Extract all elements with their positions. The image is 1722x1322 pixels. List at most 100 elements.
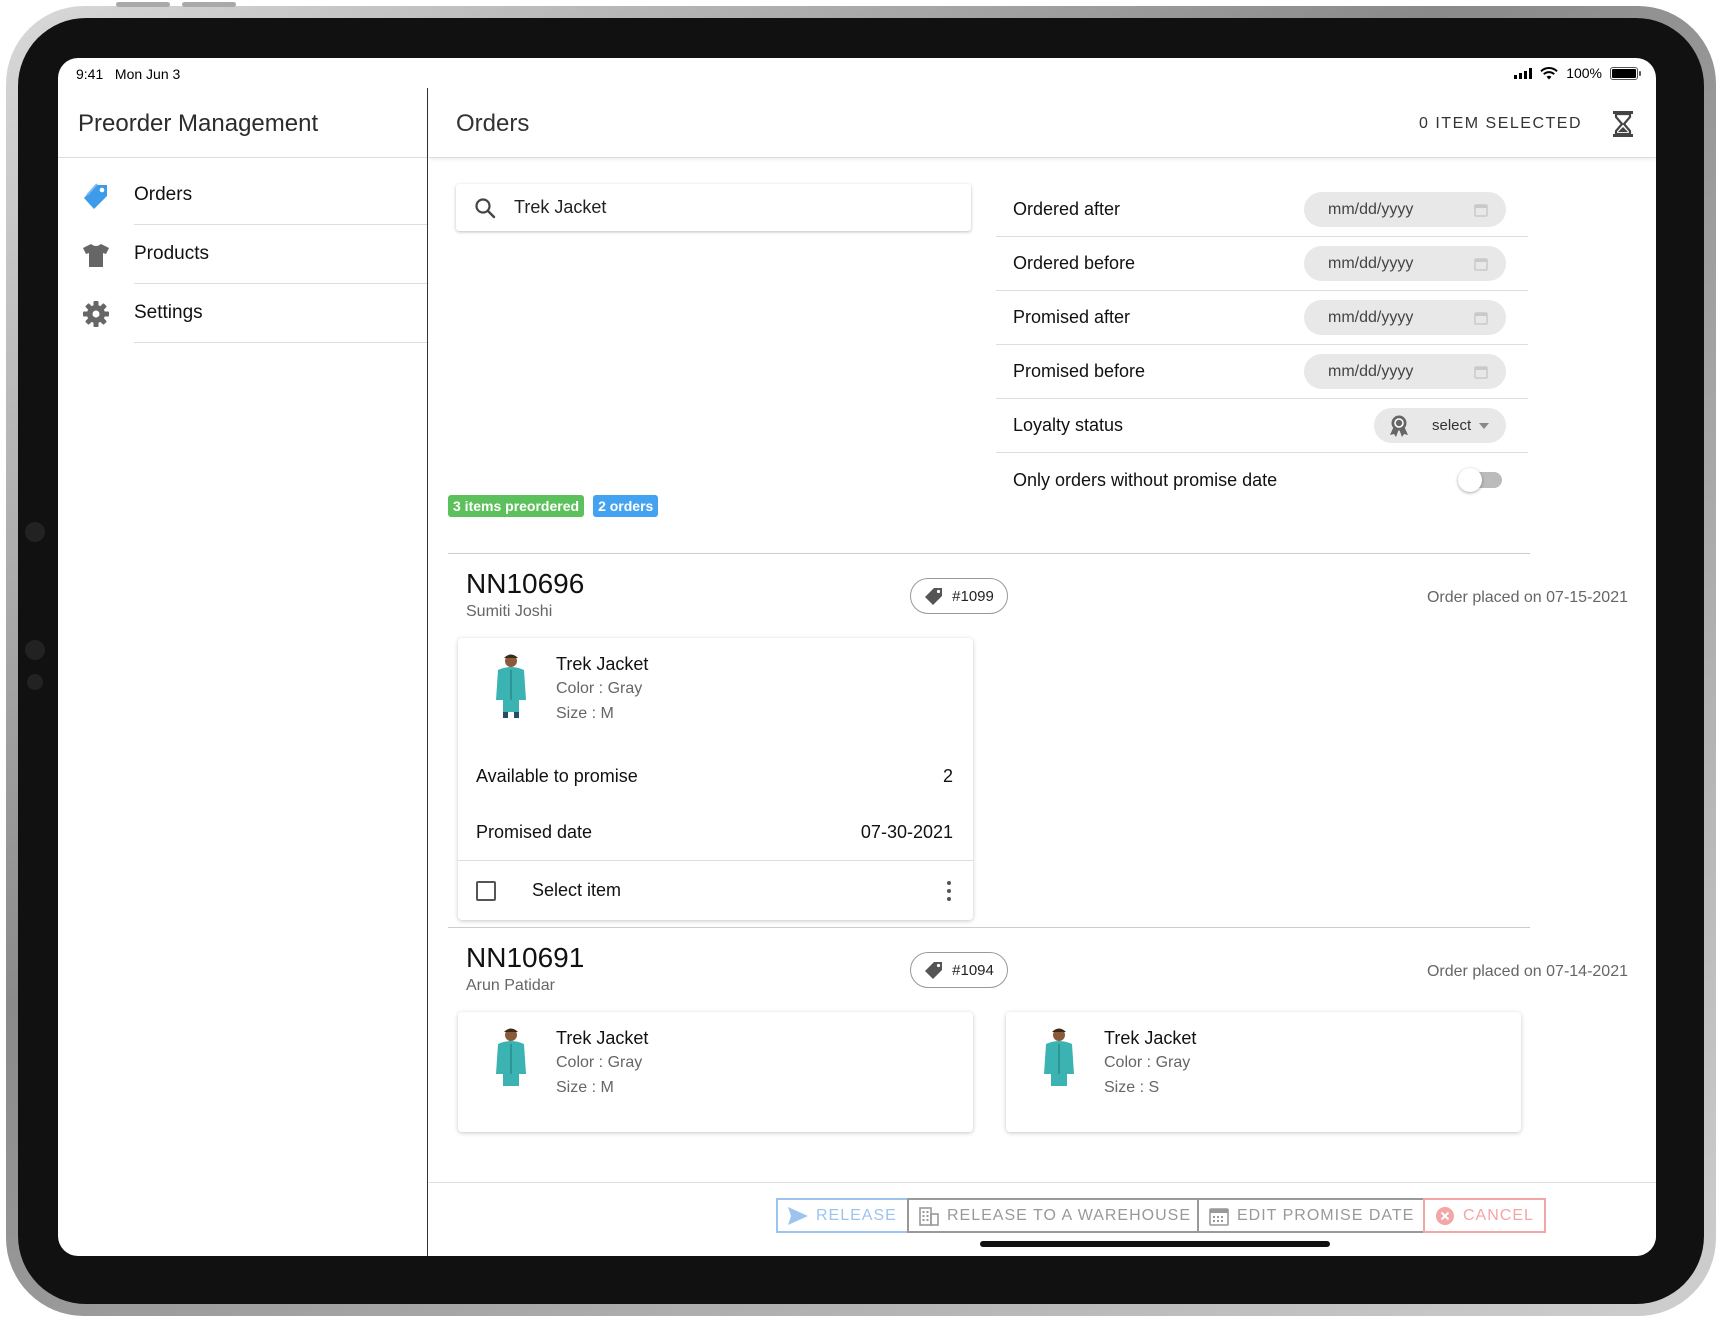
- status-date: Mon Jun 3: [114, 66, 181, 82]
- calendar-icon: [1209, 1207, 1229, 1226]
- camera-dot: [27, 674, 43, 690]
- device-frame: 9:41 Mon Jun 3 100% Preorder Management: [6, 2, 1716, 1316]
- ordered-before-date-input[interactable]: mm/dd/yyyy: [1304, 246, 1506, 281]
- shirt-icon: [58, 241, 134, 269]
- date-placeholder: mm/dd/yyyy: [1328, 308, 1414, 326]
- order-divider: [448, 553, 1530, 554]
- status-right: 100%: [1514, 65, 1641, 81]
- edit-promise-date-button[interactable]: EDIT PROMISE DATE: [1197, 1198, 1427, 1233]
- status-clock: 9:41: [76, 66, 104, 82]
- release-to-warehouse-label: RELEASE TO A WAREHOUSE: [947, 1206, 1191, 1224]
- volume-button: [116, 2, 170, 7]
- ordered-after-date-input[interactable]: mm/dd/yyyy: [1304, 192, 1506, 227]
- cancel-button[interactable]: CANCEL: [1423, 1198, 1546, 1233]
- items-preordered-badge: 3 items preordered: [448, 495, 585, 517]
- order-customer: Sumiti Joshi: [466, 603, 553, 620]
- product-color: Color : Gray: [1104, 1054, 1191, 1071]
- filter-loyalty-status: Loyalty status select: [996, 399, 1528, 453]
- select-item-row[interactable]: Select item: [458, 860, 973, 920]
- business-icon: [919, 1206, 939, 1226]
- product-size: Size : S: [1104, 1079, 1160, 1096]
- edit-promise-date-label: EDIT PROMISE DATE: [1237, 1206, 1415, 1224]
- product-color: Color : Gray: [556, 1054, 643, 1071]
- filter-label: Ordered before: [1013, 253, 1136, 273]
- promised-after-date-input[interactable]: mm/dd/yyyy: [1304, 300, 1506, 335]
- date-placeholder: mm/dd/yyyy: [1328, 362, 1414, 380]
- select-item-checkbox[interactable]: [476, 880, 496, 901]
- signal-icon: [1514, 67, 1533, 79]
- status-time: 9:41 Mon Jun 3: [76, 66, 180, 82]
- product-info: Trek Jacket Color : Gray Size : S: [1006, 1012, 1521, 1122]
- device-bezel: 9:41 Mon Jun 3 100% Preorder Management: [18, 18, 1704, 1304]
- page-title: Orders: [456, 110, 530, 137]
- filter-label: Ordered after: [1013, 199, 1121, 219]
- select-value: select: [1432, 417, 1472, 434]
- order-tag-label: #1099: [952, 587, 994, 605]
- wifi-icon: [1540, 66, 1558, 79]
- filter-no-promise-date: Only orders without promise date: [996, 453, 1528, 507]
- product-info: Trek Jacket Color : Gray Size : M: [458, 1012, 973, 1122]
- filter-promised-before: Promised before mm/dd/yyyy: [996, 345, 1528, 399]
- no-promise-toggle[interactable]: [1458, 468, 1502, 492]
- more-options-icon[interactable]: [943, 877, 955, 905]
- gear-icon: [58, 300, 134, 328]
- sidebar-item-settings[interactable]: Settings: [58, 284, 427, 343]
- pricetag-icon: [925, 588, 943, 605]
- filter-ordered-before: Ordered before mm/dd/yyyy: [996, 237, 1528, 291]
- calendar-icon: [1474, 311, 1488, 325]
- sidebar-item-label: Products: [134, 225, 427, 284]
- sidebar-item-orders[interactable]: Orders: [58, 166, 427, 225]
- product-name: Trek Jacket: [556, 654, 649, 674]
- order-item-card: Trek Jacket Color : Gray Size : M Availa…: [458, 638, 973, 920]
- filter-ordered-after: Ordered after mm/dd/yyyy: [996, 183, 1528, 237]
- filter-label: Loyalty status: [1013, 415, 1124, 435]
- power-button: [182, 2, 236, 7]
- available-to-promise-row: Available to promise 2: [458, 748, 973, 804]
- status-bar: 9:41 Mon Jun 3 100%: [58, 58, 1656, 88]
- order-placed-date: Order placed on 07-14-2021: [1426, 963, 1628, 980]
- order-customer: Arun Patidar: [466, 977, 555, 994]
- promised-date-value: 07-30-2021: [860, 821, 953, 842]
- product-thumbnail: [1044, 1028, 1074, 1086]
- loyalty-status-select[interactable]: select: [1374, 408, 1506, 443]
- app-title: Preorder Management: [58, 88, 427, 158]
- date-placeholder: mm/dd/yyyy: [1328, 200, 1414, 218]
- product-thumbnail: [496, 654, 526, 718]
- summary-badges: 3 items preordered 2 orders: [448, 495, 659, 517]
- close-circle-icon: [1436, 1206, 1454, 1225]
- filter-promised-after: Promised after mm/dd/yyyy: [996, 291, 1528, 345]
- send-icon: [788, 1206, 808, 1225]
- search-input[interactable]: Trek Jacket: [514, 197, 606, 218]
- action-footer: RELEASE RELEASE TO A WAREHOUSE EDIT PROM…: [429, 1182, 1656, 1256]
- product-name: Trek Jacket: [1104, 1028, 1197, 1048]
- cancel-label: CANCEL: [1463, 1206, 1534, 1224]
- order-tag-chip[interactable]: #1099: [910, 578, 1008, 614]
- calendar-icon: [1474, 203, 1488, 217]
- screen: 9:41 Mon Jun 3 100% Preorder Management: [58, 58, 1656, 1256]
- sidebar: Preorder Management Orders Products Sett…: [58, 88, 428, 1256]
- product-thumbnail: [496, 1028, 526, 1086]
- release-to-warehouse-button[interactable]: RELEASE TO A WAREHOUSE: [907, 1198, 1203, 1233]
- selected-count: 0 ITEM SELECTED: [1419, 115, 1582, 132]
- promised-date-label: Promised date: [476, 821, 593, 842]
- order-id: NN10691: [466, 942, 585, 973]
- order-item-card: Trek Jacket Color : Gray Size : S: [1006, 1012, 1521, 1132]
- order-tag-chip[interactable]: #1094: [910, 952, 1008, 988]
- sidebar-item-label: Settings: [134, 284, 427, 343]
- release-button[interactable]: RELEASE: [776, 1198, 909, 1233]
- date-placeholder: mm/dd/yyyy: [1328, 254, 1414, 272]
- toggle-knob: [1458, 468, 1482, 492]
- atp-value: 2: [942, 765, 953, 786]
- product-size: Size : M: [556, 705, 614, 722]
- hourglass-icon[interactable]: [1612, 110, 1634, 143]
- battery-percent: 100%: [1566, 65, 1602, 81]
- search-bar[interactable]: Trek Jacket: [456, 184, 971, 231]
- camera-dot: [25, 522, 45, 542]
- sidebar-item-label: Orders: [134, 166, 427, 225]
- filter-label: Promised after: [1013, 307, 1131, 327]
- sidebar-item-products[interactable]: Products: [58, 225, 427, 284]
- home-indicator: [980, 1241, 1330, 1247]
- orders-count-badge: 2 orders: [593, 495, 659, 517]
- promised-before-date-input[interactable]: mm/dd/yyyy: [1304, 354, 1506, 389]
- order-divider: [448, 927, 1530, 928]
